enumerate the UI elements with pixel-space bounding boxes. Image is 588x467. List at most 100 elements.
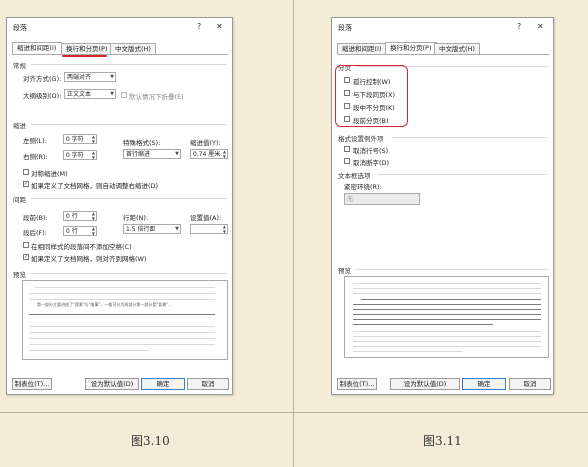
line-spacing-value: 1.5 倍行距: [126, 226, 156, 233]
suppress-line-numbers-checkbox[interactable]: [344, 146, 350, 152]
preview-sample-text: 第一部分主要讲述了"背景"与"故事"，一般可分为两部分第一部分是"背景"...: [37, 302, 172, 307]
section-rule: [31, 64, 227, 65]
close-icon[interactable]: ✕: [537, 22, 544, 31]
space-after-value: 0 行: [66, 228, 78, 235]
set-default-button[interactable]: 设为默认值(D): [390, 378, 460, 390]
preview-line: [29, 344, 215, 345]
preview-line: [353, 293, 541, 294]
special-label: 特殊格式(S):: [123, 139, 161, 147]
tab-strip-line: [12, 54, 228, 55]
at-label: 设置值(A):: [190, 214, 222, 222]
section-formatting-exceptions: 格式设置例外项: [338, 135, 384, 143]
tight-wrap-label: 紧密环绕(R):: [344, 183, 382, 191]
mirror-indents-checkbox[interactable]: [23, 169, 29, 175]
spinner-icon[interactable]: ▲ ▼: [92, 211, 95, 221]
preview-line: [353, 319, 541, 320]
spinner-icon[interactable]: ▲ ▼: [223, 224, 226, 234]
close-icon[interactable]: ✕: [216, 22, 223, 31]
tabs-button[interactable]: 制表位(T)...: [337, 378, 377, 390]
preview-line: [29, 332, 215, 333]
dont-hyphenate-checkbox[interactable]: [344, 158, 350, 164]
tab-asian-typography[interactable]: 中文版式(H): [434, 43, 480, 54]
at-input[interactable]: ▲ ▼: [190, 224, 228, 234]
indent-by-input[interactable]: 0.74 厘米 ▲ ▼: [190, 149, 228, 159]
chevron-down-icon: ▼: [110, 91, 114, 97]
tab-line-page-breaks[interactable]: 换行和分页(P): [385, 42, 437, 54]
section-indentation: 缩进: [13, 122, 26, 130]
preview-line: [353, 324, 493, 325]
alignment-label: 对齐方式(G):: [23, 75, 62, 83]
auto-adjust-checkbox[interactable]: ✓: [23, 181, 29, 187]
spinner-icon[interactable]: ▲ ▼: [92, 134, 95, 144]
tab-indents-spacing[interactable]: 缩进和间距(I): [12, 42, 62, 54]
section-general: 常规: [13, 62, 26, 70]
snap-to-grid-label: 如果定义了文档网格，则对齐到网格(W): [31, 255, 147, 263]
snap-to-grid-checkbox[interactable]: ✓: [23, 254, 29, 260]
collapse-checkbox[interactable]: [121, 92, 127, 98]
preview-line: [29, 293, 215, 294]
section-spacing: 间距: [13, 196, 26, 204]
indent-right-value: 0 字符: [66, 152, 84, 159]
ok-button[interactable]: 确定: [462, 378, 506, 390]
caption-left: 图3.10: [131, 434, 170, 448]
special-value: 首行缩进: [126, 151, 151, 158]
no-space-label: 在相同样式的段落间不添加空格(C): [31, 243, 132, 251]
annotation-underline: [62, 55, 107, 57]
panel-divider: [293, 0, 294, 467]
line-spacing-select[interactable]: 1.5 倍行距 ▼: [123, 224, 181, 234]
caption-right: 图3.11: [423, 434, 462, 448]
spinner-icon[interactable]: ▲ ▼: [92, 226, 95, 236]
section-preview: 预览: [13, 271, 26, 279]
indent-left-input[interactable]: 0 字符 ▲ ▼: [63, 134, 97, 144]
space-after-label: 段后(F):: [23, 229, 48, 237]
indent-right-input[interactable]: 0 字符 ▲ ▼: [63, 150, 97, 160]
preview-line: [29, 350, 149, 351]
space-before-input[interactable]: 0 行 ▲ ▼: [63, 211, 97, 221]
suppress-line-numbers-label: 取消行号(S): [353, 147, 389, 155]
spinner-icon[interactable]: ▲ ▼: [223, 149, 226, 159]
caption-divider: [0, 412, 588, 413]
preview-line: [29, 314, 215, 315]
tight-wrap-select[interactable]: 无: [344, 193, 420, 205]
dialog-title: 段落: [338, 24, 352, 32]
special-select[interactable]: 首行缩进 ▼: [123, 149, 181, 159]
help-button[interactable]: ?: [197, 22, 201, 31]
section-textbox-options: 文本框选项: [338, 172, 371, 180]
alignment-select[interactable]: 两端对齐 ▼: [64, 72, 116, 82]
preview-line: [353, 351, 463, 352]
cancel-button[interactable]: 取消: [187, 378, 229, 390]
preview-line: [353, 314, 541, 315]
section-rule: [392, 137, 548, 138]
no-space-checkbox[interactable]: [23, 242, 29, 248]
indent-left-value: 0 字符: [66, 136, 84, 143]
tab-asian-typography[interactable]: 中文版式(H): [110, 43, 156, 54]
dialog-title: 段落: [13, 24, 27, 32]
outline-level-label: 大纲级别(O):: [23, 92, 62, 100]
indent-by-label: 缩进值(Y):: [190, 139, 221, 147]
set-default-button[interactable]: 设为默认值(D): [85, 378, 139, 390]
space-before-value: 0 行: [66, 213, 78, 220]
indent-left-label: 左侧(L):: [23, 137, 47, 145]
paragraph-dialog-right: 段落 ? ✕ 缩进和间距(I) 换行和分页(P) 中文版式(H) 分页 孤行控制…: [331, 17, 554, 395]
ok-button[interactable]: 确定: [141, 378, 185, 390]
spinner-icon[interactable]: ▲ ▼: [92, 150, 95, 160]
space-after-input[interactable]: 0 行 ▲ ▼: [63, 226, 97, 236]
tab-strip-line: [337, 54, 549, 55]
tight-wrap-value: 无: [347, 196, 354, 203]
tab-indents-spacing[interactable]: 缩进和间距(I): [337, 43, 387, 54]
section-rule: [378, 174, 548, 175]
chevron-down-icon: ▼: [175, 226, 179, 232]
help-button[interactable]: ?: [517, 22, 521, 31]
indent-by-value: 0.74 厘米: [193, 151, 221, 158]
tab-line-page-breaks[interactable]: 换行和分页(P): [61, 43, 113, 54]
alignment-value: 两端对齐: [67, 74, 92, 81]
dont-hyphenate-label: 取消断字(D): [353, 159, 390, 167]
line-spacing-label: 行距(N):: [123, 214, 149, 222]
space-before-label: 段前(B):: [23, 214, 48, 222]
tabs-button[interactable]: 制表位(T)...: [12, 378, 52, 390]
preview-line: [353, 309, 541, 310]
annotation-circle: [335, 65, 408, 127]
cancel-button[interactable]: 取消: [509, 378, 551, 390]
section-rule: [31, 124, 227, 125]
outline-level-select[interactable]: 正文文本 ▼: [64, 89, 116, 99]
